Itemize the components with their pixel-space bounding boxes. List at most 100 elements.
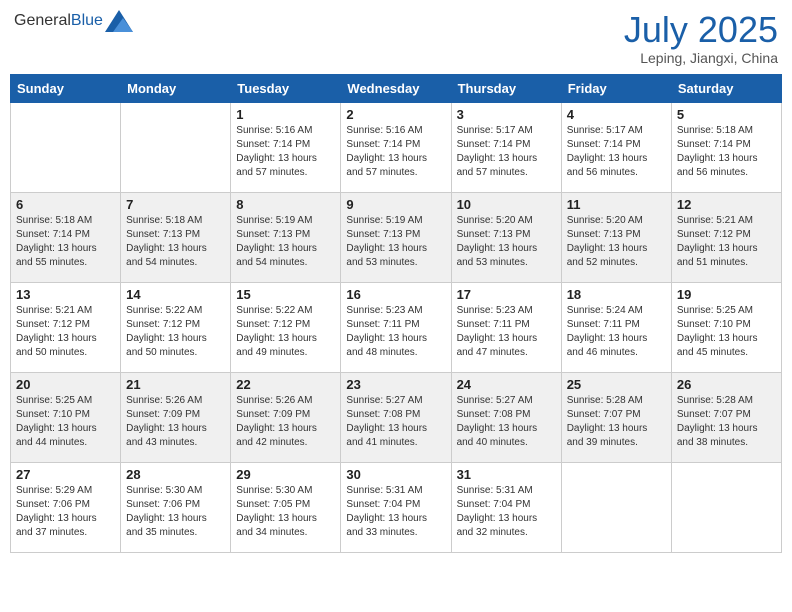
calendar-header-row: SundayMondayTuesdayWednesdayThursdayFrid… xyxy=(11,74,782,102)
calendar-cell: 9 Sunrise: 5:19 AM Sunset: 7:13 PM Daylig… xyxy=(341,192,451,282)
day-info: Sunrise: 5:29 AM Sunset: 7:06 PM Dayligh… xyxy=(16,484,115,540)
day-info: Sunrise: 5:26 AM Sunset: 7:09 PM Dayligh… xyxy=(126,394,225,450)
day-number: 2 xyxy=(346,107,445,122)
day-number: 24 xyxy=(457,377,556,392)
title-block: July 2025 Leping, Jiangxi, China xyxy=(624,10,778,66)
day-number: 26 xyxy=(677,377,776,392)
day-number: 3 xyxy=(457,107,556,122)
calendar-cell: 26 Sunrise: 5:28 AM Sunset: 7:07 PM Dayli… xyxy=(671,372,781,462)
logo: GeneralBlue xyxy=(14,10,133,32)
day-info: Sunrise: 5:17 AM Sunset: 7:14 PM Dayligh… xyxy=(457,124,556,180)
calendar-week-5: 27 Sunrise: 5:29 AM Sunset: 7:06 PM Dayli… xyxy=(11,462,782,552)
day-info: Sunrise: 5:26 AM Sunset: 7:09 PM Dayligh… xyxy=(236,394,335,450)
day-info: Sunrise: 5:23 AM Sunset: 7:11 PM Dayligh… xyxy=(457,304,556,360)
calendar-cell: 11 Sunrise: 5:20 AM Sunset: 7:13 PM Dayli… xyxy=(561,192,671,282)
day-header-monday: Monday xyxy=(121,74,231,102)
day-number: 19 xyxy=(677,287,776,302)
day-number: 22 xyxy=(236,377,335,392)
day-number: 13 xyxy=(16,287,115,302)
calendar-cell: 25 Sunrise: 5:28 AM Sunset: 7:07 PM Dayli… xyxy=(561,372,671,462)
day-info: Sunrise: 5:31 AM Sunset: 7:04 PM Dayligh… xyxy=(346,484,445,540)
day-info: Sunrise: 5:27 AM Sunset: 7:08 PM Dayligh… xyxy=(457,394,556,450)
day-number: 30 xyxy=(346,467,445,482)
day-header-saturday: Saturday xyxy=(671,74,781,102)
calendar-week-4: 20Sunrise: 5:25 AM Sunset: 7:10 PM Dayli… xyxy=(11,372,782,462)
day-info: Sunrise: 5:19 AM Sunset: 7:13 PM Dayligh… xyxy=(236,214,335,270)
day-info: Sunrise: 5:23 AM Sunset: 7:11 PM Dayligh… xyxy=(346,304,445,360)
day-number: 7 xyxy=(126,197,225,212)
calendar-cell: 12 Sunrise: 5:21 AM Sunset: 7:12 PM Dayli… xyxy=(671,192,781,282)
calendar-cell xyxy=(671,462,781,552)
day-info: Sunrise: 5:27 AM Sunset: 7:08 PM Dayligh… xyxy=(346,394,445,450)
calendar-cell: 13 Sunrise: 5:21 AM Sunset: 7:12 PM Dayli… xyxy=(11,282,121,372)
calendar-cell: 2 Sunrise: 5:16 AM Sunset: 7:14 PM Daylig… xyxy=(341,102,451,192)
day-header-tuesday: Tuesday xyxy=(231,74,341,102)
day-info: Sunrise: 5:17 AM Sunset: 7:14 PM Dayligh… xyxy=(567,124,666,180)
day-info: Sunrise: 5:21 AM Sunset: 7:12 PM Dayligh… xyxy=(677,214,776,270)
day-number: 28 xyxy=(126,467,225,482)
day-number: 9 xyxy=(346,197,445,212)
day-info: Sunrise: 5:19 AM Sunset: 7:13 PM Dayligh… xyxy=(346,214,445,270)
calendar-cell: 30 Sunrise: 5:31 AM Sunset: 7:04 PM Dayli… xyxy=(341,462,451,552)
calendar-cell: 31 Sunrise: 5:31 AM Sunset: 7:04 PM Dayli… xyxy=(451,462,561,552)
day-info: Sunrise: 5:16 AM Sunset: 7:14 PM Dayligh… xyxy=(236,124,335,180)
calendar-cell: 1 Sunrise: 5:16 AM Sunset: 7:14 PM Daylig… xyxy=(231,102,341,192)
calendar-cell: 27 Sunrise: 5:29 AM Sunset: 7:06 PM Dayli… xyxy=(11,462,121,552)
calendar-cell: 20Sunrise: 5:25 AM Sunset: 7:10 PM Dayli… xyxy=(11,372,121,462)
day-header-thursday: Thursday xyxy=(451,74,561,102)
day-info: Sunrise: 5:30 AM Sunset: 7:05 PM Dayligh… xyxy=(236,484,335,540)
calendar-cell: 24 Sunrise: 5:27 AM Sunset: 7:08 PM Dayli… xyxy=(451,372,561,462)
calendar-cell: 7 Sunrise: 5:18 AM Sunset: 7:13 PM Daylig… xyxy=(121,192,231,282)
day-info: Sunrise: 5:20 AM Sunset: 7:13 PM Dayligh… xyxy=(567,214,666,270)
day-info: Sunrise: 5:20 AM Sunset: 7:13 PM Dayligh… xyxy=(457,214,556,270)
calendar-cell xyxy=(561,462,671,552)
day-number: 27 xyxy=(16,467,115,482)
day-info: Sunrise: 5:16 AM Sunset: 7:14 PM Dayligh… xyxy=(346,124,445,180)
logo-general-text: General xyxy=(14,12,71,29)
day-number: 23 xyxy=(346,377,445,392)
calendar-week-2: 6 Sunrise: 5:18 AM Sunset: 7:14 PM Daylig… xyxy=(11,192,782,282)
day-header-wednesday: Wednesday xyxy=(341,74,451,102)
calendar-cell: 22 Sunrise: 5:26 AM Sunset: 7:09 PM Dayli… xyxy=(231,372,341,462)
calendar-cell: 23 Sunrise: 5:27 AM Sunset: 7:08 PM Dayli… xyxy=(341,372,451,462)
location: Leping, Jiangxi, China xyxy=(624,50,778,66)
calendar-week-1: 1 Sunrise: 5:16 AM Sunset: 7:14 PM Daylig… xyxy=(11,102,782,192)
calendar-cell xyxy=(121,102,231,192)
day-header-friday: Friday xyxy=(561,74,671,102)
day-number: 6 xyxy=(16,197,115,212)
day-info: Sunrise: 5:25 AM Sunset: 7:10 PM Dayligh… xyxy=(677,304,776,360)
day-number: 20 xyxy=(16,377,115,392)
calendar-cell: 18Sunrise: 5:24 AM Sunset: 7:11 PM Dayli… xyxy=(561,282,671,372)
calendar-cell: 3 Sunrise: 5:17 AM Sunset: 7:14 PM Daylig… xyxy=(451,102,561,192)
calendar-cell: 16 Sunrise: 5:23 AM Sunset: 7:11 PM Dayli… xyxy=(341,282,451,372)
day-number: 8 xyxy=(236,197,335,212)
calendar-cell: 15Sunrise: 5:22 AM Sunset: 7:12 PM Dayli… xyxy=(231,282,341,372)
calendar-cell: 19 Sunrise: 5:25 AM Sunset: 7:10 PM Dayli… xyxy=(671,282,781,372)
day-info: Sunrise: 5:18 AM Sunset: 7:13 PM Dayligh… xyxy=(126,214,225,270)
day-number: 16 xyxy=(346,287,445,302)
calendar-cell: 14 Sunrise: 5:22 AM Sunset: 7:12 PM Dayli… xyxy=(121,282,231,372)
day-info: Sunrise: 5:18 AM Sunset: 7:14 PM Dayligh… xyxy=(677,124,776,180)
day-info: Sunrise: 5:22 AM Sunset: 7:12 PM Dayligh… xyxy=(126,304,225,360)
day-number: 4 xyxy=(567,107,666,122)
calendar-cell xyxy=(11,102,121,192)
day-number: 12 xyxy=(677,197,776,212)
day-number: 14 xyxy=(126,287,225,302)
day-number: 5 xyxy=(677,107,776,122)
day-number: 25 xyxy=(567,377,666,392)
day-number: 15 xyxy=(236,287,335,302)
day-number: 17 xyxy=(457,287,556,302)
day-number: 31 xyxy=(457,467,556,482)
calendar-cell: 10Sunrise: 5:20 AM Sunset: 7:13 PM Dayli… xyxy=(451,192,561,282)
day-info: Sunrise: 5:31 AM Sunset: 7:04 PM Dayligh… xyxy=(457,484,556,540)
day-number: 11 xyxy=(567,197,666,212)
day-number: 1 xyxy=(236,107,335,122)
day-info: Sunrise: 5:18 AM Sunset: 7:14 PM Dayligh… xyxy=(16,214,115,270)
day-info: Sunrise: 5:28 AM Sunset: 7:07 PM Dayligh… xyxy=(677,394,776,450)
calendar-cell: 8 Sunrise: 5:19 AM Sunset: 7:13 PM Daylig… xyxy=(231,192,341,282)
calendar-cell: 6 Sunrise: 5:18 AM Sunset: 7:14 PM Daylig… xyxy=(11,192,121,282)
page-header: GeneralBlue July 2025 Leping, Jiangxi, C… xyxy=(10,10,782,66)
logo-blue-text: Blue xyxy=(71,12,103,29)
day-info: Sunrise: 5:28 AM Sunset: 7:07 PM Dayligh… xyxy=(567,394,666,450)
day-info: Sunrise: 5:21 AM Sunset: 7:12 PM Dayligh… xyxy=(16,304,115,360)
